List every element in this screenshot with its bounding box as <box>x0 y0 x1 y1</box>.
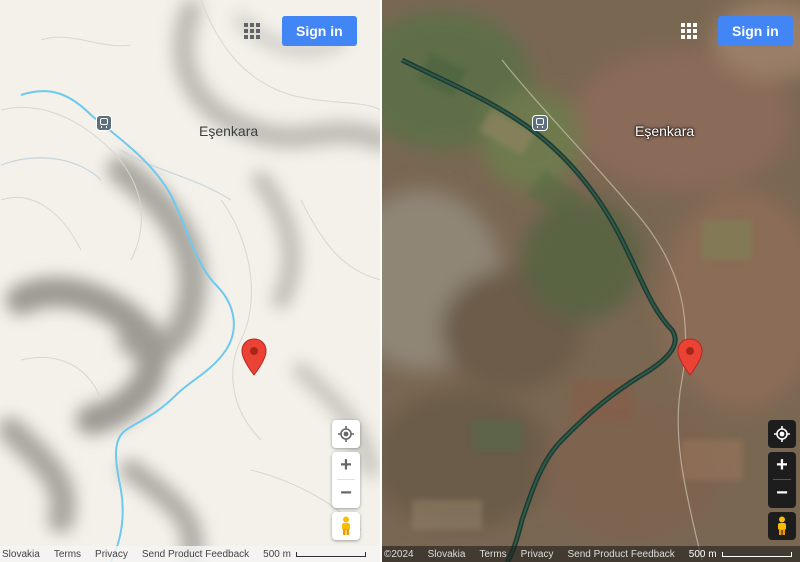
my-location-icon <box>338 426 354 442</box>
street-view-pegman-button[interactable] <box>768 512 796 540</box>
zoom-control: + − <box>768 452 796 508</box>
apps-grid-icon[interactable] <box>681 23 697 39</box>
privacy-link[interactable]: Privacy <box>521 549 554 560</box>
satellite-map[interactable]: Sign in Eşenkara + − <box>382 0 800 562</box>
terrain-map[interactable]: Sign in Eşenkara + − <box>0 0 382 562</box>
copyright-label: ©2024 <box>384 548 414 560</box>
terms-link[interactable]: Terms <box>479 549 506 560</box>
send-feedback-link[interactable]: Send Product Feedback <box>142 549 249 560</box>
my-location-button[interactable] <box>768 420 796 448</box>
send-feedback-link[interactable]: Send Product Feedback <box>567 549 674 560</box>
place-label-esenkara[interactable]: Eşenkara <box>199 123 258 139</box>
region-label: Slovakia <box>2 548 40 560</box>
scale-indicator[interactable]: 500 m <box>263 549 366 560</box>
satellite-map-canvas <box>382 0 800 562</box>
transit-station-icon[interactable] <box>96 115 112 131</box>
street-view-pegman-button[interactable] <box>332 512 360 540</box>
apps-grid-icon[interactable] <box>244 23 260 39</box>
zoom-in-button[interactable]: + <box>768 452 796 479</box>
location-pin-icon[interactable] <box>241 338 267 376</box>
location-pin-icon[interactable] <box>677 338 703 376</box>
scale-bar <box>295 551 366 557</box>
my-location-icon <box>774 426 790 442</box>
privacy-link[interactable]: Privacy <box>95 549 128 560</box>
my-location-button[interactable] <box>332 420 360 448</box>
terrain-map-canvas <box>0 0 382 562</box>
terms-link[interactable]: Terms <box>54 549 81 560</box>
sign-in-button[interactable]: Sign in <box>718 16 793 46</box>
map-footer-right: ©2024 Slovakia Terms Privacy Send Produc… <box>382 546 800 562</box>
zoom-out-button[interactable]: − <box>332 480 360 507</box>
street-view-pegman-icon <box>342 516 350 535</box>
zoom-in-button[interactable]: + <box>332 452 360 479</box>
map-footer-left: Slovakia Terms Privacy Send Product Feed… <box>0 546 380 562</box>
scale-indicator[interactable]: 500 m <box>689 549 792 560</box>
sign-in-button[interactable]: Sign in <box>282 16 357 46</box>
zoom-control: + − <box>332 452 360 508</box>
scale-label: 500 m <box>263 548 291 560</box>
place-label-esenkara[interactable]: Eşenkara <box>635 123 694 139</box>
scale-label: 500 m <box>688 548 717 560</box>
zoom-out-button[interactable]: − <box>768 480 796 507</box>
scale-bar <box>721 551 792 557</box>
street-view-pegman-icon <box>778 516 786 535</box>
region-label: Slovakia <box>427 548 466 560</box>
transit-station-icon[interactable] <box>532 115 548 131</box>
